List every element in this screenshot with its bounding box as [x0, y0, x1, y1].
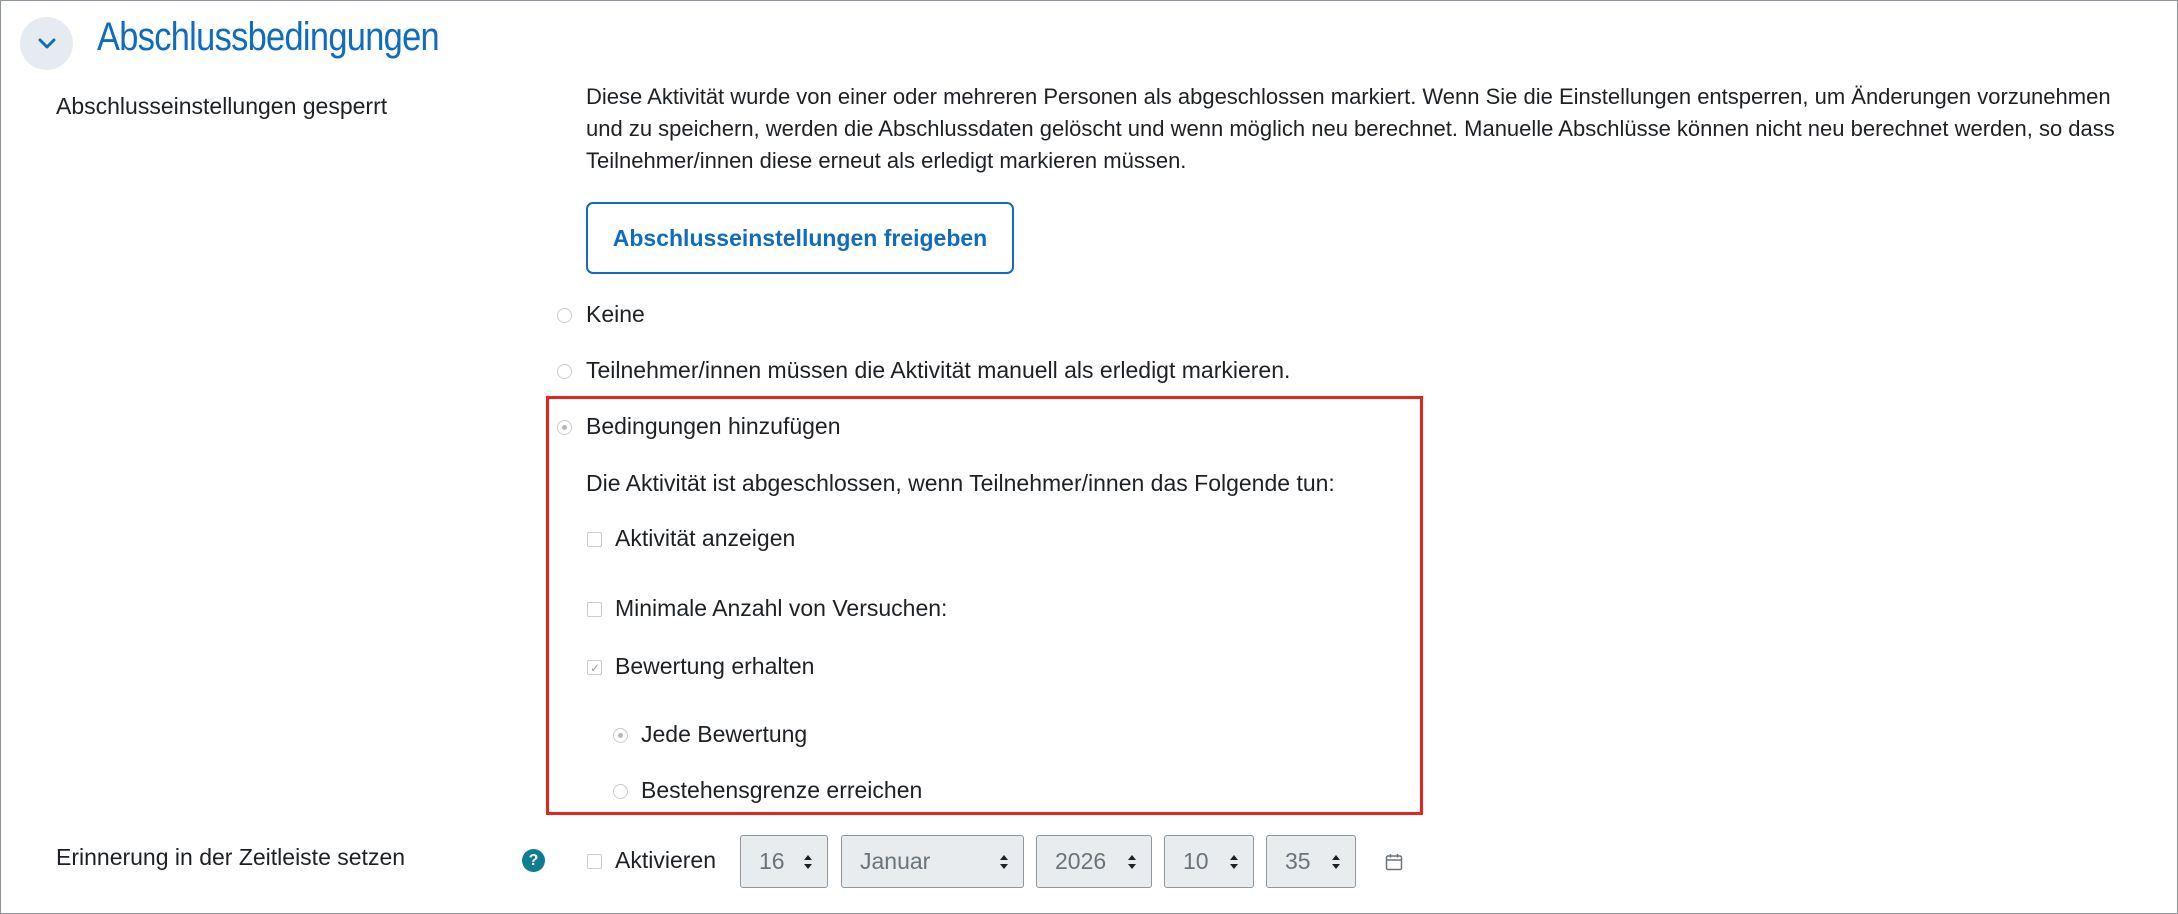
conditions-intro: Die Aktivität ist abgeschlossen, wenn Te… [586, 470, 1335, 496]
select-year[interactable]: 2026 [1036, 835, 1152, 888]
reminder-label: Erinnerung in der Zeitleiste setzen [56, 844, 406, 870]
select-day-value: 16 [759, 848, 785, 874]
checkbox-enable-reminder-label: Aktivieren [615, 847, 716, 873]
radio-none[interactable] [557, 308, 572, 323]
radio-pass-grade-label: Bestehensgrenze erreichen [641, 777, 923, 803]
checkbox-view[interactable] [587, 532, 602, 547]
locked-settings-label: Abschlusseinstellungen gesperrt [56, 93, 388, 119]
checkbox-receive-grade-label: Bewertung erhalten [615, 653, 815, 679]
section-title: Abschlussbedingungen [97, 15, 440, 59]
radio-conditions[interactable] [557, 420, 572, 435]
chevron-down-icon [38, 38, 55, 48]
select-minute[interactable]: 35 [1266, 835, 1356, 888]
select-hour[interactable]: 10 [1164, 835, 1254, 888]
select-month[interactable]: Januar [841, 835, 1024, 888]
radio-conditions-label: Bedingungen hinzufügen [586, 413, 841, 439]
form-panel: Abschlussbedingungen Abschlusseinstellun… [0, 0, 2178, 914]
radio-pass-grade[interactable] [613, 784, 628, 799]
checkbox-min-attempts[interactable] [587, 602, 602, 617]
calendar-icon[interactable] [1385, 853, 1403, 871]
sort-arrows-icon [1000, 854, 1008, 869]
select-minute-value: 35 [1285, 848, 1311, 874]
radio-none-label: Keine [586, 301, 645, 327]
locked-settings-description: Diese Aktivität wurde von einer oder meh… [586, 84, 2115, 173]
radio-any-grade[interactable] [613, 728, 628, 743]
select-hour-value: 10 [1183, 848, 1209, 874]
radio-any-grade-label: Jede Bewertung [641, 721, 808, 747]
sort-arrows-icon [804, 854, 812, 869]
radio-manual-label: Teilnehmer/innen müssen die Aktivität ma… [586, 357, 1291, 383]
sort-arrows-icon [1230, 854, 1238, 869]
sort-arrows-icon [1128, 854, 1136, 869]
sort-arrows-icon [1332, 854, 1340, 869]
question-circle-icon[interactable]: ? [522, 849, 545, 872]
select-day[interactable]: 16 [740, 835, 828, 888]
radio-manual[interactable] [557, 364, 572, 379]
checkbox-enable-reminder[interactable] [587, 854, 602, 869]
unlock-settings-button[interactable]: Abschlusseinstellungen freigeben [586, 202, 1014, 274]
checkbox-view-label: Aktivität anzeigen [615, 525, 796, 551]
select-month-value: Januar [860, 848, 931, 874]
collapse-toggle-button[interactable] [20, 17, 73, 70]
checkmark-icon: ✓ [590, 661, 601, 675]
select-year-value: 2026 [1055, 848, 1107, 874]
checkbox-receive-grade[interactable]: ✓ [587, 660, 602, 675]
checkbox-min-attempts-label: Minimale Anzahl von Versuchen: [615, 595, 948, 621]
